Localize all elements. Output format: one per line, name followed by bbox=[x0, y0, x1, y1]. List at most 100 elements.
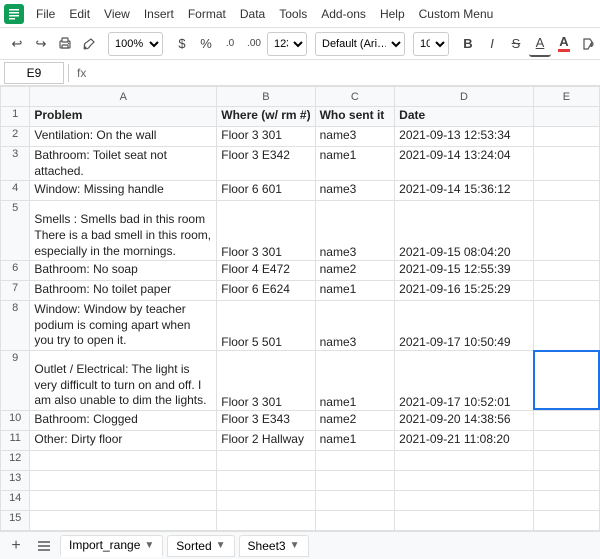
tab-sorted[interactable]: Sorted ▼ bbox=[167, 535, 234, 557]
formula-input[interactable] bbox=[94, 62, 596, 84]
cell-c3[interactable]: name1 bbox=[315, 147, 395, 181]
underline-button[interactable]: A bbox=[529, 31, 551, 57]
cell-d15[interactable] bbox=[395, 510, 534, 530]
col-header-d[interactable]: D bbox=[395, 87, 534, 107]
cell-d6[interactable]: 2021-09-15 12:55:39 bbox=[395, 261, 534, 281]
col-header-b[interactable]: B bbox=[217, 87, 315, 107]
row-number-13[interactable]: 13 bbox=[1, 470, 30, 490]
cell-e9[interactable] bbox=[533, 350, 599, 410]
strikethrough-button[interactable]: S bbox=[505, 31, 527, 57]
cell-a13[interactable] bbox=[30, 470, 217, 490]
cell-b11[interactable]: Floor 2 Hallway bbox=[217, 430, 315, 450]
cell-d10[interactable]: 2021-09-20 14:38:56 bbox=[395, 410, 534, 430]
cell-e5[interactable] bbox=[533, 201, 599, 261]
cell-e4[interactable] bbox=[533, 181, 599, 201]
cell-e10[interactable] bbox=[533, 410, 599, 430]
row-number-16[interactable]: 16 bbox=[1, 530, 30, 531]
cell-b16[interactable] bbox=[217, 530, 315, 531]
cell-d13[interactable] bbox=[395, 470, 534, 490]
cell-c1[interactable]: Who sent it bbox=[315, 107, 395, 127]
cell-b10[interactable]: Floor 3 E343 bbox=[217, 410, 315, 430]
cell-c9[interactable]: name1 bbox=[315, 350, 395, 410]
italic-button[interactable]: I bbox=[481, 31, 503, 57]
row-number-10[interactable]: 10 bbox=[1, 410, 30, 430]
cell-a14[interactable] bbox=[30, 490, 217, 510]
cell-b8[interactable]: Floor 5 501 bbox=[217, 301, 315, 351]
cell-a5[interactable]: Smells : Smells bad in this room There i… bbox=[30, 201, 217, 261]
cell-b12[interactable] bbox=[217, 450, 315, 470]
cell-c10[interactable]: name2 bbox=[315, 410, 395, 430]
cell-a12[interactable] bbox=[30, 450, 217, 470]
menu-edit[interactable]: Edit bbox=[63, 5, 96, 23]
menu-insert[interactable]: Insert bbox=[138, 5, 180, 23]
cell-e3[interactable] bbox=[533, 147, 599, 181]
menu-addons[interactable]: Add-ons bbox=[315, 5, 372, 23]
menu-custom[interactable]: Custom Menu bbox=[413, 5, 500, 23]
cell-b3[interactable]: Floor 3 E342 bbox=[217, 147, 315, 181]
cell-a2[interactable]: Ventilation: On the wall bbox=[30, 127, 217, 147]
font-select[interactable]: Default (Ari… bbox=[315, 32, 405, 56]
add-sheet-button[interactable]: + bbox=[4, 535, 28, 557]
cell-e14[interactable] bbox=[533, 490, 599, 510]
cell-a15[interactable] bbox=[30, 510, 217, 530]
row-number-5[interactable]: 5 bbox=[1, 201, 30, 261]
cell-a7[interactable]: Bathroom: No toilet paper bbox=[30, 281, 217, 301]
cell-b15[interactable] bbox=[217, 510, 315, 530]
cell-b13[interactable] bbox=[217, 470, 315, 490]
cell-d2[interactable]: 2021-09-13 12:53:34 bbox=[395, 127, 534, 147]
cell-c5[interactable]: name3 bbox=[315, 201, 395, 261]
bold-button[interactable]: B bbox=[457, 31, 479, 57]
cell-c11[interactable]: name1 bbox=[315, 430, 395, 450]
row-number-8[interactable]: 8 bbox=[1, 301, 30, 351]
cell-e8[interactable] bbox=[533, 301, 599, 351]
cell-d8[interactable]: 2021-09-17 10:50:49 bbox=[395, 301, 534, 351]
cell-e7[interactable] bbox=[533, 281, 599, 301]
menu-data[interactable]: Data bbox=[234, 5, 271, 23]
cell-d7[interactable]: 2021-09-16 15:25:29 bbox=[395, 281, 534, 301]
cell-d4[interactable]: 2021-09-14 15:36:12 bbox=[395, 181, 534, 201]
cell-d3[interactable]: 2021-09-14 13:24:04 bbox=[395, 147, 534, 181]
decimal00-button[interactable]: .00 bbox=[243, 31, 265, 57]
cell-c14[interactable] bbox=[315, 490, 395, 510]
percent-button[interactable]: % bbox=[195, 31, 217, 57]
zoom-select[interactable]: 100% bbox=[108, 32, 163, 56]
cell-c13[interactable] bbox=[315, 470, 395, 490]
cell-d9[interactable]: 2021-09-17 10:52:01 bbox=[395, 350, 534, 410]
row-number-4[interactable]: 4 bbox=[1, 181, 30, 201]
cell-b4[interactable]: Floor 6 601 bbox=[217, 181, 315, 201]
cell-e1[interactable] bbox=[533, 107, 599, 127]
currency-button[interactable]: $ bbox=[171, 31, 193, 57]
cell-e2[interactable] bbox=[533, 127, 599, 147]
row-number-11[interactable]: 11 bbox=[1, 430, 30, 450]
row-number-9[interactable]: 9 bbox=[1, 350, 30, 410]
cell-a3[interactable]: Bathroom: Toilet seat not attached. bbox=[30, 147, 217, 181]
menu-file[interactable]: File bbox=[30, 5, 61, 23]
cell-d5[interactable]: 2021-09-15 08:04:20 bbox=[395, 201, 534, 261]
row-number-2[interactable]: 2 bbox=[1, 127, 30, 147]
cell-b14[interactable] bbox=[217, 490, 315, 510]
cell-b1[interactable]: Where (w/ rm #) bbox=[217, 107, 315, 127]
row-number-1[interactable]: 1 bbox=[1, 107, 30, 127]
row-number-6[interactable]: 6 bbox=[1, 261, 30, 281]
cell-reference-input[interactable] bbox=[4, 62, 64, 84]
col-header-c[interactable]: C bbox=[315, 87, 395, 107]
menu-format[interactable]: Format bbox=[182, 5, 232, 23]
tab-import-range[interactable]: Import_range ▼ bbox=[60, 535, 163, 557]
menu-tools[interactable]: Tools bbox=[273, 5, 313, 23]
cell-e16[interactable] bbox=[533, 530, 599, 531]
cell-a1[interactable]: Problem bbox=[30, 107, 217, 127]
cell-e13[interactable] bbox=[533, 470, 599, 490]
cell-b6[interactable]: Floor 4 E472 bbox=[217, 261, 315, 281]
col-header-e[interactable]: E bbox=[533, 87, 599, 107]
print-button[interactable] bbox=[54, 31, 76, 57]
cell-c2[interactable]: name3 bbox=[315, 127, 395, 147]
undo-button[interactable]: ↩ bbox=[6, 31, 28, 57]
cell-c8[interactable]: name3 bbox=[315, 301, 395, 351]
cell-b9[interactable]: Floor 3 301 bbox=[217, 350, 315, 410]
cell-a16[interactable] bbox=[30, 530, 217, 531]
cell-a9[interactable]: Outlet / Electrical: The light is very d… bbox=[30, 350, 217, 410]
cell-b5[interactable]: Floor 3 301 bbox=[217, 201, 315, 261]
cell-a10[interactable]: Bathroom: Clogged bbox=[30, 410, 217, 430]
cell-c15[interactable] bbox=[315, 510, 395, 530]
menu-help[interactable]: Help bbox=[374, 5, 411, 23]
